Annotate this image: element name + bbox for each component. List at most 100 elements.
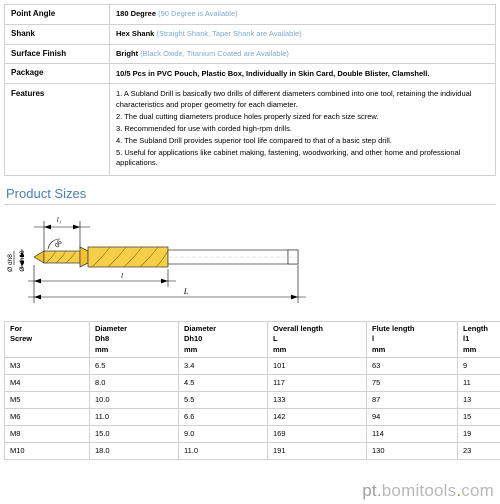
cell-for-screw: M8	[5, 425, 90, 442]
spec-value-note: (Black Oxide, Titanium Coated are Availa…	[140, 49, 289, 58]
cell-for-screw: M3	[5, 357, 90, 374]
header-line1: Diameter	[95, 324, 127, 333]
cell-dh8: 15.0	[90, 425, 179, 442]
dimension-l	[28, 265, 176, 287]
table-row-features: Features 1. A Subland Drill is basically…	[5, 84, 496, 176]
header-length-l1: Length l1 mm	[458, 322, 500, 357]
cell-length-l1: 11	[458, 374, 500, 391]
header-line2: Dh8	[95, 334, 109, 343]
spec-value-main: 180 Degree	[116, 9, 156, 18]
cell-dh8: 11.0	[90, 408, 179, 425]
watermark-brand: bomitools	[382, 481, 457, 500]
cell-dh8: 18.0	[90, 442, 179, 459]
header-unit: mm	[372, 345, 452, 355]
header-line1: For	[10, 324, 22, 333]
spec-label-shank: Shank	[5, 24, 110, 44]
watermark-tld: com	[461, 481, 494, 500]
header-line2: Dh10	[184, 334, 202, 343]
specification-table-body: Point Angle 180 Degree (90 Degree is Ava…	[5, 5, 496, 176]
spec-value-point-angle: 180 Degree (90 Degree is Available)	[110, 5, 496, 25]
cell-dh8: 10.0	[90, 391, 179, 408]
table-row: Point Angle 180 Degree (90 Degree is Ava…	[5, 5, 496, 25]
header-line2: l	[372, 334, 374, 343]
cell-overall-length: 142	[268, 408, 367, 425]
spec-value-surface-finish: Bright (Black Oxide, Titanium Coated are…	[110, 44, 496, 64]
feature-item: 4. The Subland Drill provides superior t…	[116, 136, 489, 147]
cell-overall-length: 101	[268, 357, 367, 374]
watermark-prefix: pt.	[362, 481, 382, 500]
spec-label-point-angle: Point Angle	[5, 5, 110, 25]
label-L: L	[183, 287, 189, 296]
product-sizes-body: M3 6.5 3.4 101 63 9 M4 8.0 4.5 117 75 11…	[5, 357, 500, 459]
cell-dh10: 5.5	[179, 391, 268, 408]
header-overall-length: Overall length L mm	[268, 322, 367, 357]
spec-value-main: 10/5 Pcs in PVC Pouch, Plastic Box, Indi…	[116, 69, 429, 78]
cell-overall-length: 133	[268, 391, 367, 408]
label-dh10: Ø dh10	[19, 250, 26, 272]
cell-for-screw: M4	[5, 374, 90, 391]
header-for-screw: For Screw	[5, 322, 90, 357]
spec-value-shank: Hex Shank (Straight Shank, Taper Shank a…	[110, 24, 496, 44]
drill-bit-diagram: l₁ 06	[4, 209, 496, 319]
watermark: pt.bomitools.com	[362, 481, 494, 501]
header-unit: mm	[273, 345, 361, 355]
product-drawing: l₁ 06	[4, 209, 496, 319]
spec-label-package: Package	[5, 64, 110, 84]
drill-body	[34, 247, 298, 267]
cell-overall-length: 191	[268, 442, 367, 459]
feature-item: 2. The dual cutting diameters produce ho…	[116, 112, 489, 123]
table-row: Package 10/5 Pcs in PVC Pouch, Plastic B…	[5, 64, 496, 84]
header-unit: mm	[95, 345, 173, 355]
divider	[4, 204, 496, 205]
table-row: M4 8.0 4.5 117 75 11	[5, 374, 500, 391]
cell-length-l1: 9	[458, 357, 500, 374]
header-line1: Flute length	[372, 324, 415, 333]
table-row: M8 15.0 9.0 169 114 19	[5, 425, 500, 442]
cell-flute-length: 75	[367, 374, 458, 391]
cell-overall-length: 169	[268, 425, 367, 442]
cell-dh10: 9.0	[179, 425, 268, 442]
cell-flute-length: 94	[367, 408, 458, 425]
cell-flute-length: 87	[367, 391, 458, 408]
feature-item: 1. A Subland Drill is basically two dril…	[116, 89, 489, 111]
cell-flute-length: 63	[367, 357, 458, 374]
spec-value-note: (90 Degree is Available)	[158, 9, 238, 18]
header-unit: mm	[184, 345, 262, 355]
cell-length-l1: 13	[458, 391, 500, 408]
cell-length-l1: 23	[458, 442, 500, 459]
table-row: Shank Hex Shank (Straight Shank, Taper S…	[5, 24, 496, 44]
spec-label-surface-finish: Surface Finish	[5, 44, 110, 64]
specification-table: Point Angle 180 Degree (90 Degree is Ava…	[4, 4, 496, 176]
cell-dh10: 4.5	[179, 374, 268, 391]
spec-value-features: 1. A Subland Drill is basically two dril…	[110, 84, 496, 176]
table-row: M3 6.5 3.4 101 63 9	[5, 357, 500, 374]
header-unit: mm	[463, 345, 500, 355]
cell-dh8: 6.5	[90, 357, 179, 374]
feature-item: 5. Useful for applications like cabinet …	[116, 148, 489, 170]
table-row: M10 18.0 11.0 191 130 23	[5, 442, 500, 459]
header-line1: Length	[463, 324, 488, 333]
table-row: M5 10.0 5.5 133 87 13	[5, 391, 500, 408]
product-sizes-header: For Screw Diameter Dh8 mm Diameter Dh10 …	[5, 322, 500, 357]
header-diameter-dh10: Diameter Dh10 mm	[179, 322, 268, 357]
cell-dh10: 3.4	[179, 357, 268, 374]
spec-value-main: Bright	[116, 49, 138, 58]
label-l: l	[121, 271, 123, 280]
label-l1: l₁	[57, 216, 61, 224]
header-flute-length: Flute length l mm	[367, 322, 458, 357]
cell-dh10: 6.6	[179, 408, 268, 425]
header-diameter-dh8: Diameter Dh8 mm	[90, 322, 179, 357]
cell-for-screw: M5	[5, 391, 90, 408]
dimension-overall-L	[28, 265, 306, 303]
header-line2: Screw	[10, 334, 32, 343]
spec-value-note: (Straight Shank, Taper Shank are Availab…	[156, 29, 301, 38]
cell-for-screw: M10	[5, 442, 90, 459]
header-line1: Overall length	[273, 324, 323, 333]
spec-value-main: Hex Shank	[116, 29, 154, 38]
cell-flute-length: 114	[367, 425, 458, 442]
header-line1: Diameter	[184, 324, 216, 333]
cell-for-screw: M6	[5, 408, 90, 425]
product-sizes-table: For Screw Diameter Dh8 mm Diameter Dh10 …	[4, 321, 500, 459]
cell-flute-length: 130	[367, 442, 458, 459]
table-header-row: For Screw Diameter Dh8 mm Diameter Dh10 …	[5, 322, 500, 357]
